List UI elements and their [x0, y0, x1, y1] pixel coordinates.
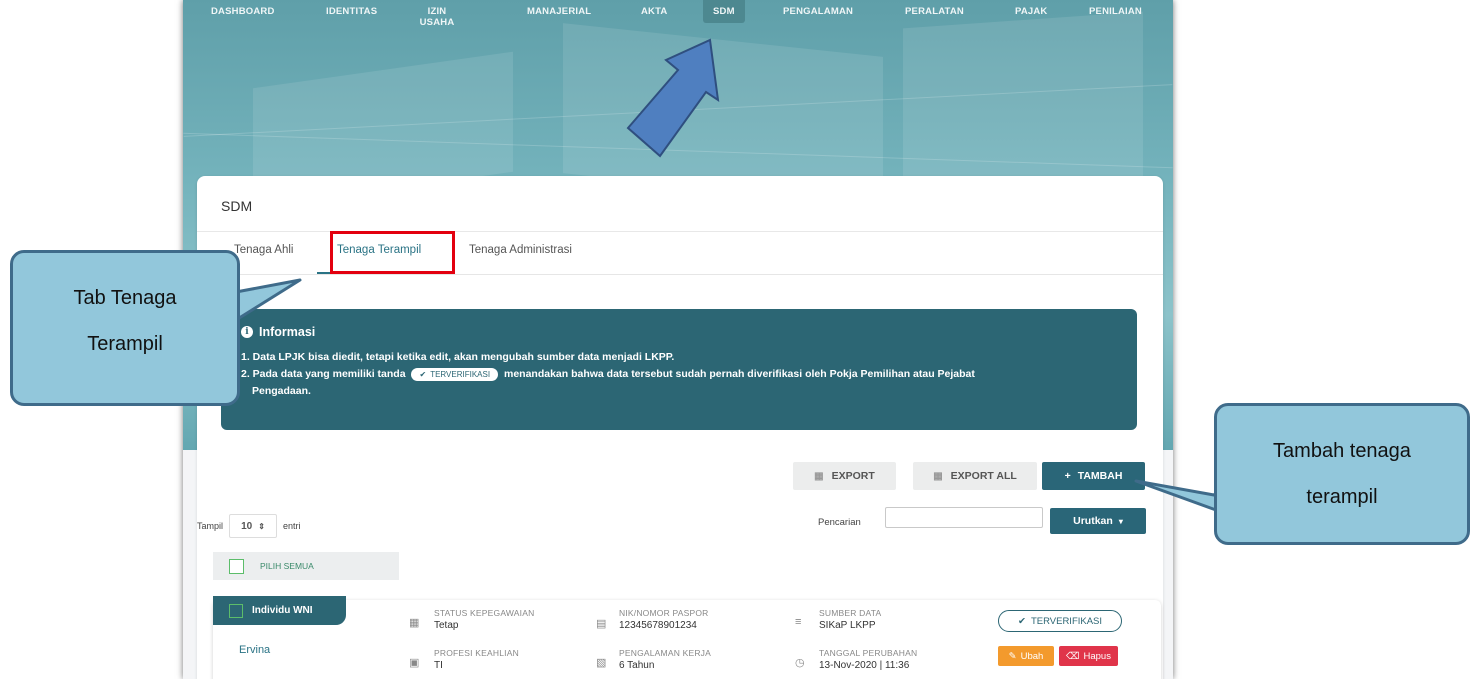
callout-tab-line-2: Terampil	[87, 333, 163, 355]
callout-tab-line-1: Tab Tenaga	[73, 287, 177, 309]
callout-tambah-tenaga: Tambah tenaga terampil	[1214, 403, 1470, 545]
callout-tab-tenaga-terampil: Tab Tenaga Terampil	[10, 250, 240, 406]
callout-tambah-line-2: terampil	[1306, 486, 1378, 508]
callout-tambah-line-1: Tambah tenaga	[1273, 440, 1411, 462]
pointer-arrow	[626, 38, 720, 158]
annotated-screenshot: DASHBOARD IDENTITAS IZIN USAHA MANAJERIA…	[0, 0, 1472, 679]
